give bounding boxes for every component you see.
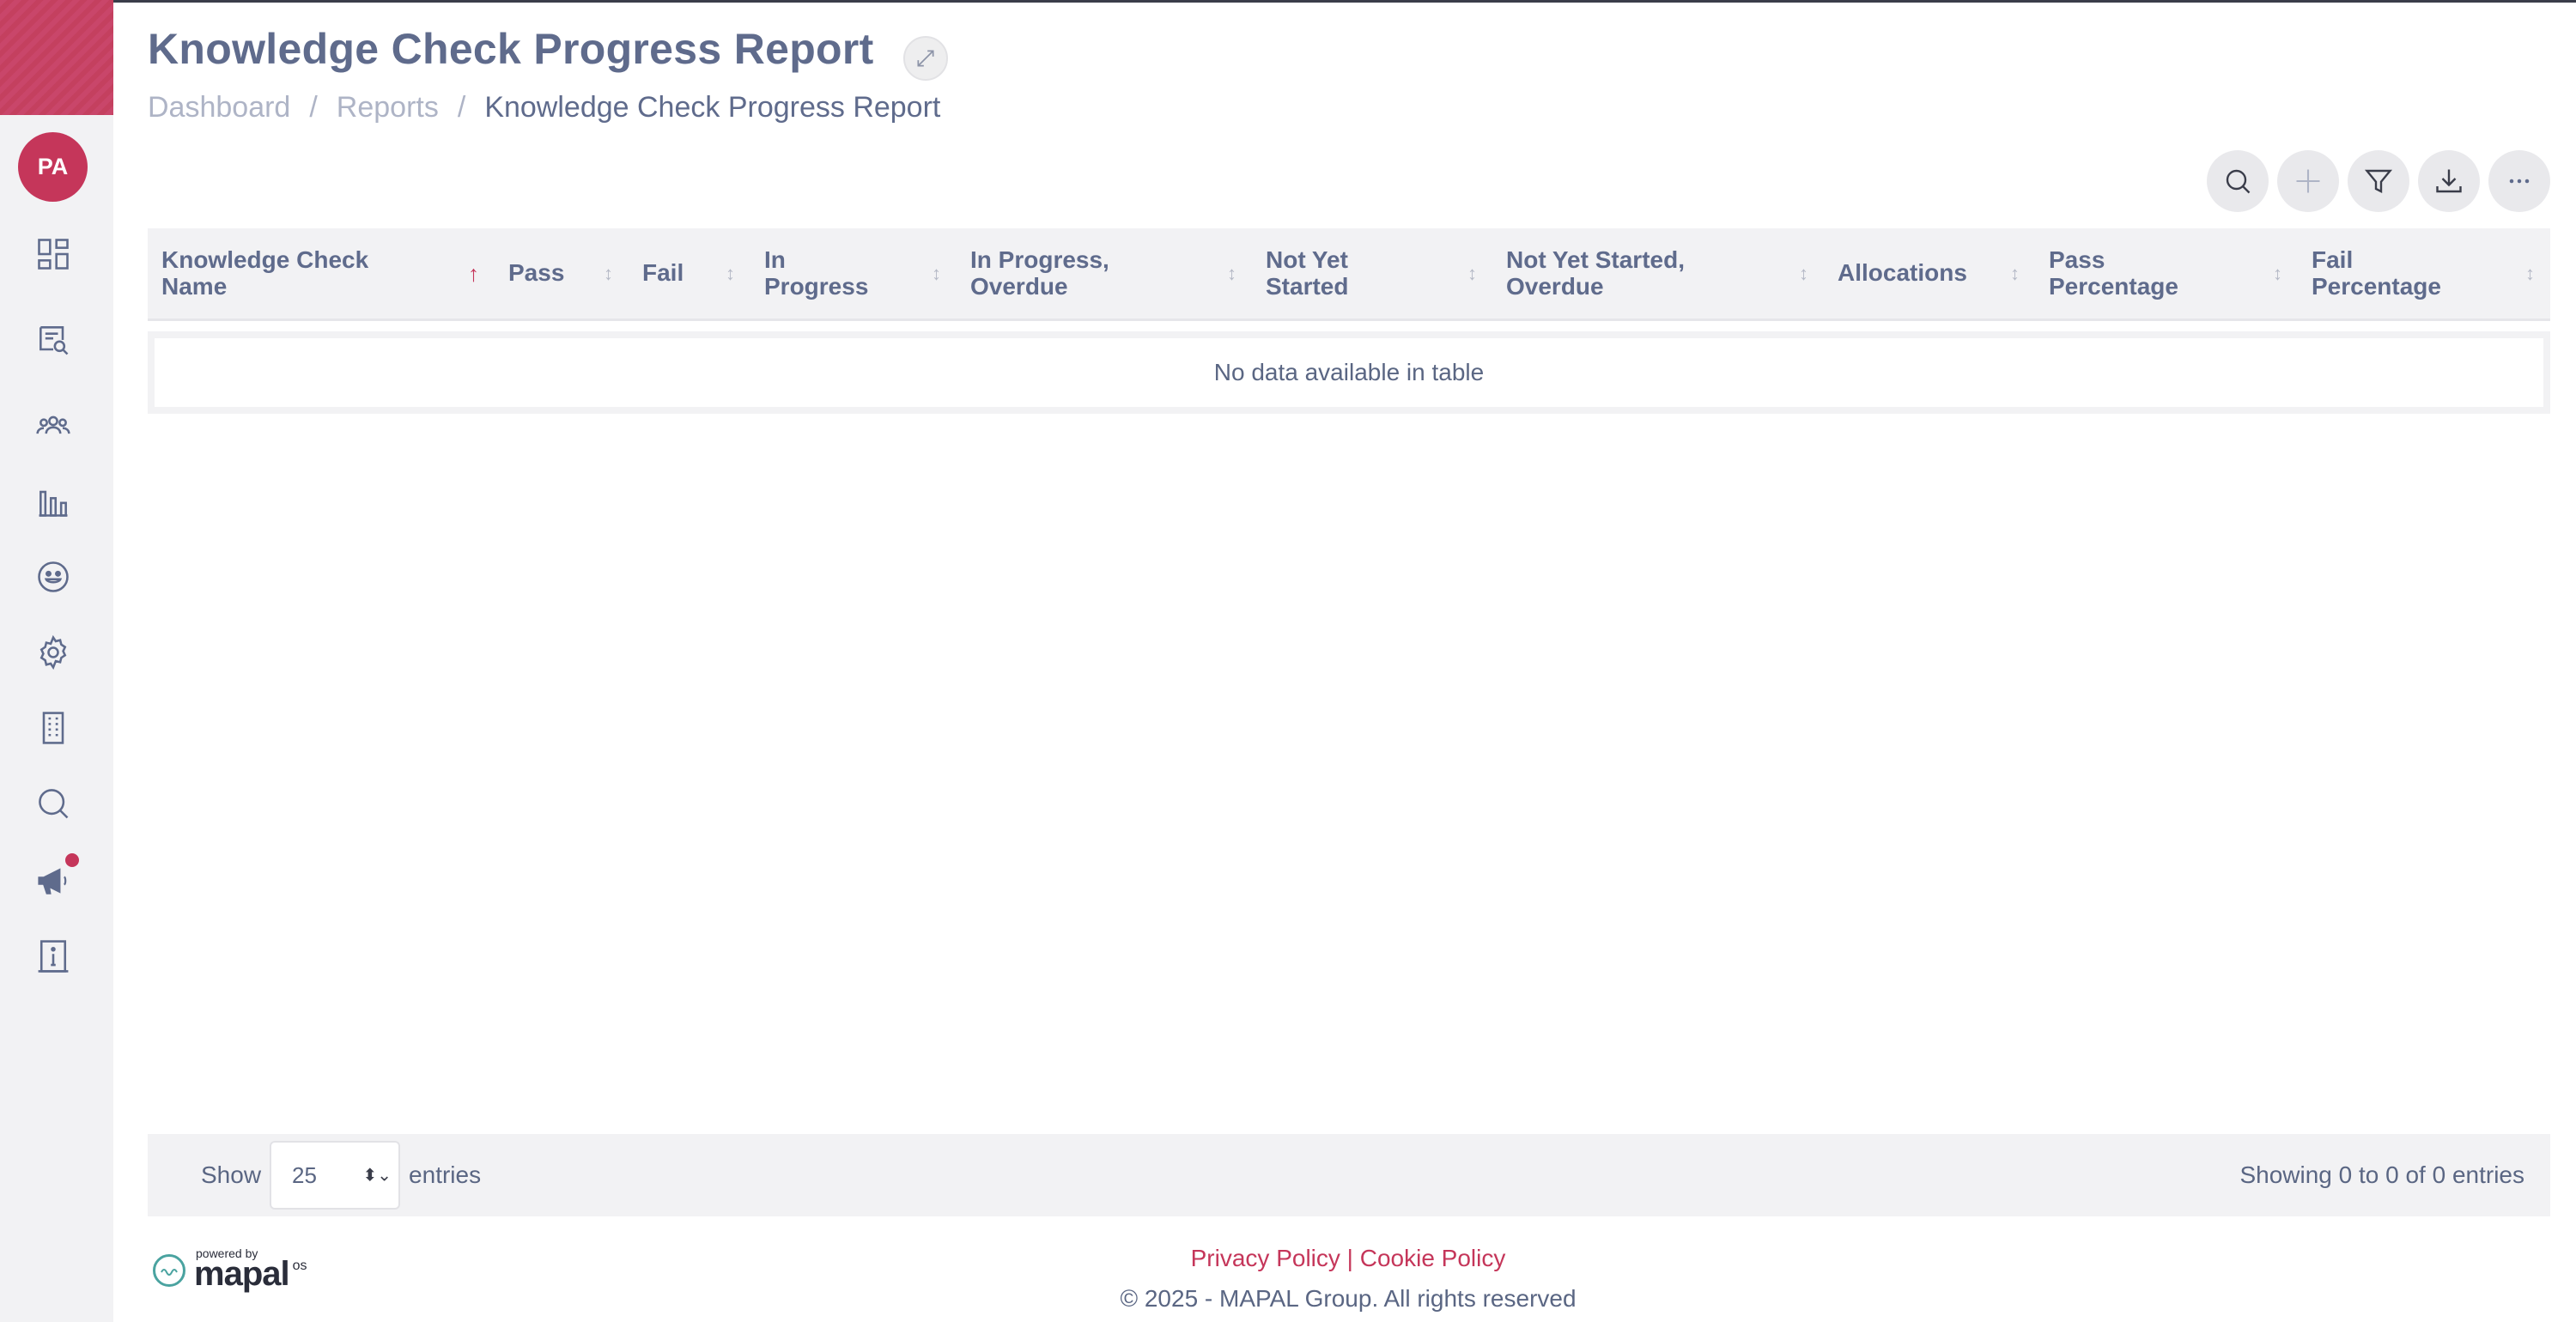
column-header-not-yet-started-overdue[interactable]: Not Yet Started, Overdue ↕ (1492, 228, 1824, 318)
sort-icon: ↕ (2010, 262, 2020, 284)
policy-links: Privacy Policy | Cookie Policy (0, 1245, 2576, 1272)
more-icon (2509, 179, 2530, 184)
download-button[interactable] (2418, 150, 2480, 212)
column-header-pass-percentage[interactable]: Pass Percentage ↕ (2035, 228, 2298, 318)
column-label: Knowledge Check Name (161, 246, 369, 300)
add-button[interactable] (2277, 150, 2339, 212)
brand-tile[interactable] (0, 0, 113, 115)
add-icon (2296, 169, 2320, 193)
sort-icon: ↕ (932, 262, 941, 284)
analytics-icon[interactable] (33, 481, 74, 522)
notification-dot (65, 853, 79, 867)
reports-icon[interactable] (33, 319, 74, 361)
dashboard-icon[interactable] (33, 233, 74, 275)
column-header-pass[interactable]: Pass ↕ (495, 228, 629, 318)
people-icon[interactable] (33, 405, 74, 446)
column-label: In Progress, Overdue (970, 246, 1109, 300)
column-label: Not Yet Started, Overdue (1506, 246, 1685, 300)
sort-icon: ↕ (604, 262, 613, 284)
page-title: Knowledge Check Progress Report (148, 25, 874, 73)
feedback-icon[interactable] (33, 556, 74, 597)
breadcrumb: Dashboard / Reports / Knowledge Check Pr… (148, 91, 940, 124)
sidebar: PA (0, 0, 113, 1322)
search-icon[interactable] (33, 783, 74, 824)
sort-icon: ↕ (1799, 262, 1808, 284)
search-button[interactable] (2207, 150, 2269, 212)
sort-icon: ↕ (1227, 262, 1236, 284)
chevron-down-icon: ⬍⌄ (362, 1166, 392, 1186)
report-table: Knowledge Check Name ↑ Pass ↕ Fail ↕ In … (148, 228, 2550, 414)
expand-button[interactable] (903, 36, 948, 81)
sort-icon: ↕ (2525, 262, 2535, 284)
breadcrumb-current: Knowledge Check Progress Report (484, 91, 941, 124)
breadcrumb-separator: / (457, 91, 466, 124)
sort-ascending-icon: ↑ (468, 260, 479, 287)
column-label: Not Yet Started (1266, 246, 1349, 300)
column-header-fail[interactable]: Fail ↕ (629, 228, 750, 318)
download-icon (2436, 169, 2462, 193)
column-header-not-yet-started[interactable]: Not Yet Started ↕ (1252, 228, 1492, 318)
column-label: Pass (508, 259, 565, 287)
breadcrumb-reports[interactable]: Reports (337, 91, 439, 124)
entries-label: entries (409, 1161, 482, 1188)
avatar[interactable]: PA (18, 132, 88, 202)
search-icon (2226, 169, 2251, 194)
table-header: Knowledge Check Name ↑ Pass ↕ Fail ↕ In … (148, 228, 2550, 321)
expand-icon (917, 50, 934, 67)
breadcrumb-dashboard[interactable]: Dashboard (148, 91, 290, 124)
window-top-border (0, 0, 2576, 3)
table-footer: Show 25 ⬍⌄ entries Showing 0 to 0 of 0 e… (148, 1134, 2550, 1216)
page-size-select[interactable]: 25 ⬍⌄ (270, 1141, 401, 1210)
announcements-icon[interactable] (33, 853, 79, 901)
show-label: Show (201, 1161, 262, 1188)
column-header-fail-percentage[interactable]: Fail Percentage ↕ (2298, 228, 2550, 318)
sort-icon: ↕ (1467, 262, 1477, 284)
info-icon[interactable] (33, 936, 74, 977)
policy-separator: | (1346, 1245, 1353, 1271)
sort-icon: ↕ (726, 262, 735, 284)
empty-table-message: No data available in table (155, 338, 2543, 407)
cookie-policy-link[interactable]: Cookie Policy (1360, 1245, 1506, 1271)
filter-button[interactable] (2348, 150, 2409, 212)
building-icon[interactable] (33, 707, 74, 749)
column-label: Fail (642, 259, 684, 287)
privacy-policy-link[interactable]: Privacy Policy (1191, 1245, 1340, 1271)
column-header-in-progress[interactable]: In Progress ↕ (750, 228, 957, 318)
table-toolbar (2207, 150, 2550, 212)
table-body: No data available in table (148, 331, 2550, 414)
copyright: © 2025 - MAPAL Group. All rights reserve… (1120, 1285, 1577, 1312)
settings-icon[interactable] (33, 632, 74, 673)
filter-icon (2364, 169, 2393, 193)
breadcrumb-separator: / (309, 91, 318, 124)
column-header-name[interactable]: Knowledge Check Name ↑ (148, 228, 495, 318)
pagination-info: Showing 0 to 0 of 0 entries (2239, 1161, 2524, 1188)
column-label: Fail Percentage (2312, 246, 2441, 300)
more-button[interactable] (2488, 150, 2550, 212)
page-size-value: 25 (292, 1161, 317, 1188)
sort-icon: ↕ (2273, 262, 2282, 284)
column-header-allocations[interactable]: Allocations ↕ (1824, 228, 2035, 318)
column-header-in-progress-overdue[interactable]: In Progress, Overdue ↕ (957, 228, 1252, 318)
column-label: Allocations (1838, 259, 1967, 287)
column-label: In Progress (764, 246, 869, 300)
column-label: Pass Percentage (2049, 246, 2178, 300)
